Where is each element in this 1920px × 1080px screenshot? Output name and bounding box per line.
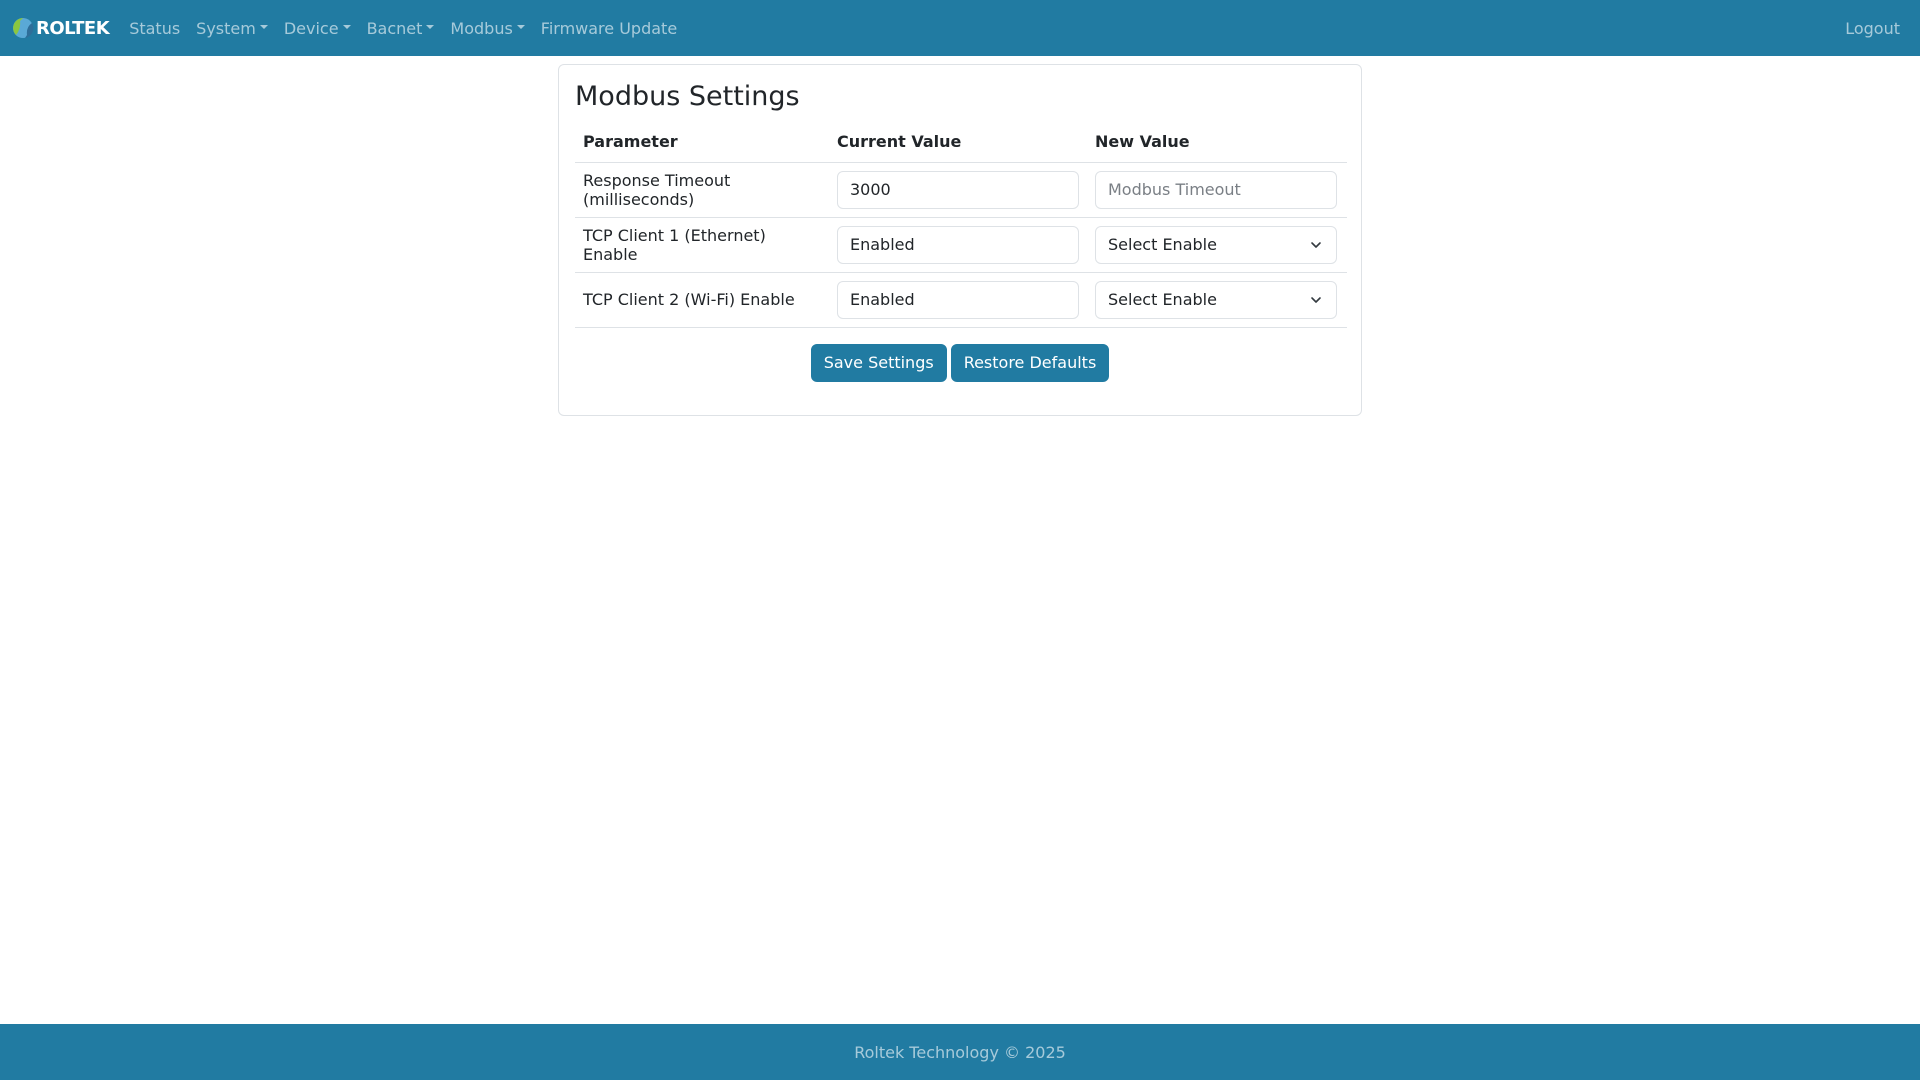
caret-down-icon [259,25,268,29]
modbus-settings-card: Modbus Settings Parameter Current Value … [558,64,1362,416]
nav-device-dropdown[interactable]: Device [276,19,359,38]
page-footer: Roltek Technology © 2025 [0,1024,1920,1080]
current-value-text: Enabled [850,290,915,309]
tcp-client-1-current-field: Enabled [837,225,1079,264]
column-header-parameter: Parameter [575,122,829,163]
caret-down-icon [516,25,525,29]
tcp-client-2-enable-select[interactable]: Select Enable [1095,280,1337,319]
save-settings-button[interactable]: Save Settings [810,343,947,382]
current-value-text: 3000 [850,180,891,199]
nav-bacnet-dropdown[interactable]: Bacnet [359,19,443,38]
top-navbar: ROLTEK Status System Device Bacnet Modbu… [0,0,1920,56]
chevron-down-icon [1311,296,1321,303]
table-row: TCP Client 1 (Ethernet) Enable Enabled S… [575,217,1347,273]
brand-logo-link[interactable]: ROLTEK [12,17,110,39]
parameter-label: TCP Client 1 (Ethernet) Enable [575,217,829,273]
nav-modbus-dropdown[interactable]: Modbus [442,19,532,38]
parameter-label: TCP Client 2 (Wi-Fi) Enable [575,272,829,328]
column-header-current-value: Current Value [829,122,1087,163]
nav-firmware-label: Firmware Update [540,18,678,38]
table-header-row: Parameter Current Value New Value [575,122,1347,163]
select-value: Select Enable [1108,235,1217,254]
nav-device-label: Device [283,18,339,38]
brand-name: ROLTEK [36,17,110,39]
column-header-new-value: New Value [1087,122,1347,163]
logout-link[interactable]: Logout [1837,19,1908,38]
nav-modbus-label: Modbus [450,18,513,38]
settings-table: Parameter Current Value New Value Respon… [575,122,1347,328]
tcp-client-1-enable-select[interactable]: Select Enable [1095,225,1337,264]
select-value: Select Enable [1108,290,1217,309]
nav-bacnet-label: Bacnet [366,18,423,38]
table-row: Response Timeout (milliseconds) 3000 Mod… [575,162,1347,218]
tcp-client-2-current-field: Enabled [837,280,1079,319]
nav-firmware-update[interactable]: Firmware Update [533,19,685,38]
nav-status[interactable]: Status [121,19,188,38]
nav-system-dropdown[interactable]: System [188,19,276,38]
nav-system-label: System [196,18,256,38]
response-timeout-current-field: 3000 [837,170,1079,209]
footer-copyright: Roltek Technology © 2025 [854,1042,1066,1062]
current-value-text: Enabled [850,235,915,254]
table-row: TCP Client 2 (Wi-Fi) Enable Enabled Sele… [575,272,1347,328]
page-title: Modbus Settings [575,81,800,112]
action-buttons: Save Settings Restore Defaults [575,343,1345,382]
restore-defaults-button[interactable]: Restore Defaults [950,343,1110,382]
parameter-label: Response Timeout (milliseconds) [575,162,829,218]
chevron-down-icon [1311,241,1321,248]
caret-down-icon [426,25,435,29]
input-placeholder: Modbus Timeout [1108,180,1241,199]
caret-down-icon [342,25,351,29]
modbus-timeout-input[interactable]: Modbus Timeout [1095,170,1337,209]
nav-status-label: Status [129,18,181,38]
roltek-logo-icon [13,18,34,38]
